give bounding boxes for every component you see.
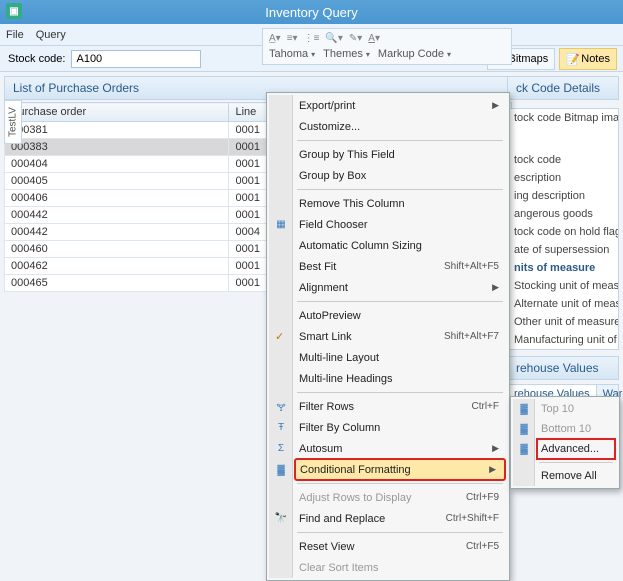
menu-multiline-headings[interactable]: Multi-line Headings bbox=[269, 368, 507, 389]
list-item[interactable]: ing description bbox=[508, 187, 618, 205]
menu-autosum[interactable]: ΣAutosum▶ bbox=[269, 438, 507, 459]
bottom10-icon: ▓ bbox=[517, 422, 531, 436]
notes-button[interactable]: 📝 Notes bbox=[559, 48, 617, 70]
list-item[interactable]: angerous goods bbox=[508, 205, 618, 223]
list-item[interactable]: nits of measure bbox=[508, 259, 618, 277]
menu-customize[interactable]: Customize... bbox=[269, 116, 507, 137]
testlv-tab[interactable]: TestLV bbox=[4, 100, 22, 144]
bitmap-note: tock code Bitmap imag bbox=[508, 109, 618, 127]
menu-multiline-layout[interactable]: Multi-line Layout bbox=[269, 347, 507, 368]
submenu-bottom10: ▓Bottom 10 bbox=[513, 419, 617, 439]
warehouse-title: rehouse Values bbox=[507, 356, 619, 380]
menu-adjust-rows: Adjust Rows to DisplayCtrl+F9 bbox=[269, 487, 507, 508]
app-icon: ▣ bbox=[6, 3, 22, 19]
menu-filter-rows[interactable]: 🝖Filter RowsCtrl+F bbox=[269, 396, 507, 417]
menu-file[interactable]: File bbox=[6, 29, 24, 41]
filter-col-icon: Ŧ bbox=[274, 420, 288, 434]
menu-autopreview[interactable]: AutoPreview bbox=[269, 305, 507, 326]
list-item[interactable]: Other unit of measure bbox=[508, 313, 618, 331]
menu-find-replace[interactable]: 🔭Find and ReplaceCtrl+Shift+F bbox=[269, 508, 507, 529]
menu-export[interactable]: Export/print▶ bbox=[269, 95, 507, 116]
title-bar: ▣ Inventory Query bbox=[0, 0, 623, 24]
advanced-icon: ▓ bbox=[517, 442, 531, 456]
list-item[interactable]: escription bbox=[508, 169, 618, 187]
list-item[interactable]: ate of supersession bbox=[508, 241, 618, 259]
check-icon: ✓ bbox=[275, 330, 284, 343]
stock-code-input[interactable] bbox=[71, 50, 201, 68]
indent-icon[interactable]: ≡▾ bbox=[287, 33, 298, 44]
col-header[interactable]: Purchase order bbox=[5, 103, 229, 122]
submenu-remove-all[interactable]: Remove All bbox=[513, 466, 617, 486]
menu-query[interactable]: Query bbox=[36, 29, 66, 41]
highlight-icon[interactable]: ✎▾ bbox=[349, 33, 362, 44]
stock-details-list: tock code Bitmap imag tock codeescriptio… bbox=[507, 108, 619, 350]
binoculars-icon: 🔭 bbox=[274, 511, 288, 525]
list-item[interactable]: Manufacturing unit of bbox=[508, 331, 618, 349]
submenu-advanced[interactable]: ▓Advanced... bbox=[537, 439, 615, 459]
list-item[interactable]: tock code bbox=[508, 151, 618, 169]
stock-code-label: Stock code: bbox=[8, 53, 65, 65]
list-item[interactable]: Alternate unit of meas bbox=[508, 295, 618, 313]
right-pane: ck Code Details tock code Bitmap imag to… bbox=[507, 76, 619, 441]
condfmt-icon: ▓ bbox=[274, 463, 288, 477]
font-dropdown[interactable]: Tahoma bbox=[269, 48, 315, 60]
submenu-top10: ▓Top 10 bbox=[513, 399, 617, 419]
format-toolbar: A̲▾ ≡▾ ⋮≡ 🔍▾ ✎▾ A▾ Tahoma Themes Markup … bbox=[262, 28, 512, 65]
menu-best-fit[interactable]: Best FitShift+Alt+F5 bbox=[269, 256, 507, 277]
markup-dropdown[interactable]: Markup Code bbox=[378, 48, 451, 60]
menu-auto-size[interactable]: Automatic Column Sizing bbox=[269, 235, 507, 256]
top10-icon: ▓ bbox=[517, 402, 531, 416]
menu-field-chooser[interactable]: ▦Field Chooser bbox=[269, 214, 507, 235]
menu-group-field[interactable]: Group by This Field bbox=[269, 144, 507, 165]
menu-smart-link[interactable]: ✓Smart LinkShift+Alt+F7 bbox=[269, 326, 507, 347]
themes-dropdown[interactable]: Themes bbox=[323, 48, 370, 60]
find-icon[interactable]: 🔍▾ bbox=[325, 33, 342, 44]
column-context-menu: Export/print▶ Customize... Group by This… bbox=[266, 92, 510, 581]
menu-reset-view[interactable]: Reset ViewCtrl+F5 bbox=[269, 536, 507, 557]
note-icon: 📝 bbox=[566, 53, 578, 65]
list-item[interactable]: Stocking unit of meas bbox=[508, 277, 618, 295]
sum-icon: Σ bbox=[274, 441, 288, 455]
menu-conditional-formatting[interactable]: ▓Conditional Formatting▶ bbox=[295, 459, 505, 480]
filter-icon: 🝖 bbox=[274, 399, 288, 413]
condfmt-submenu: ▓Top 10 ▓Bottom 10 ▓Advanced... Remove A… bbox=[510, 396, 620, 489]
menu-group-box[interactable]: Group by Box bbox=[269, 165, 507, 186]
menu-remove-column[interactable]: Remove This Column bbox=[269, 193, 507, 214]
font-size-icon[interactable]: A̲▾ bbox=[269, 33, 281, 44]
list-icon[interactable]: ⋮≡ bbox=[304, 33, 320, 44]
menu-filter-column[interactable]: ŦFilter By Column bbox=[269, 417, 507, 438]
stock-details-title: ck Code Details bbox=[507, 76, 619, 100]
menu-alignment[interactable]: Alignment▶ bbox=[269, 277, 507, 298]
grid-icon: ▦ bbox=[274, 217, 288, 231]
menu-clear-sort: Clear Sort Items bbox=[269, 557, 507, 578]
font-color-icon[interactable]: A▾ bbox=[368, 33, 380, 44]
list-item[interactable]: tock code on hold flag bbox=[508, 223, 618, 241]
window-title: Inventory Query bbox=[265, 5, 358, 20]
